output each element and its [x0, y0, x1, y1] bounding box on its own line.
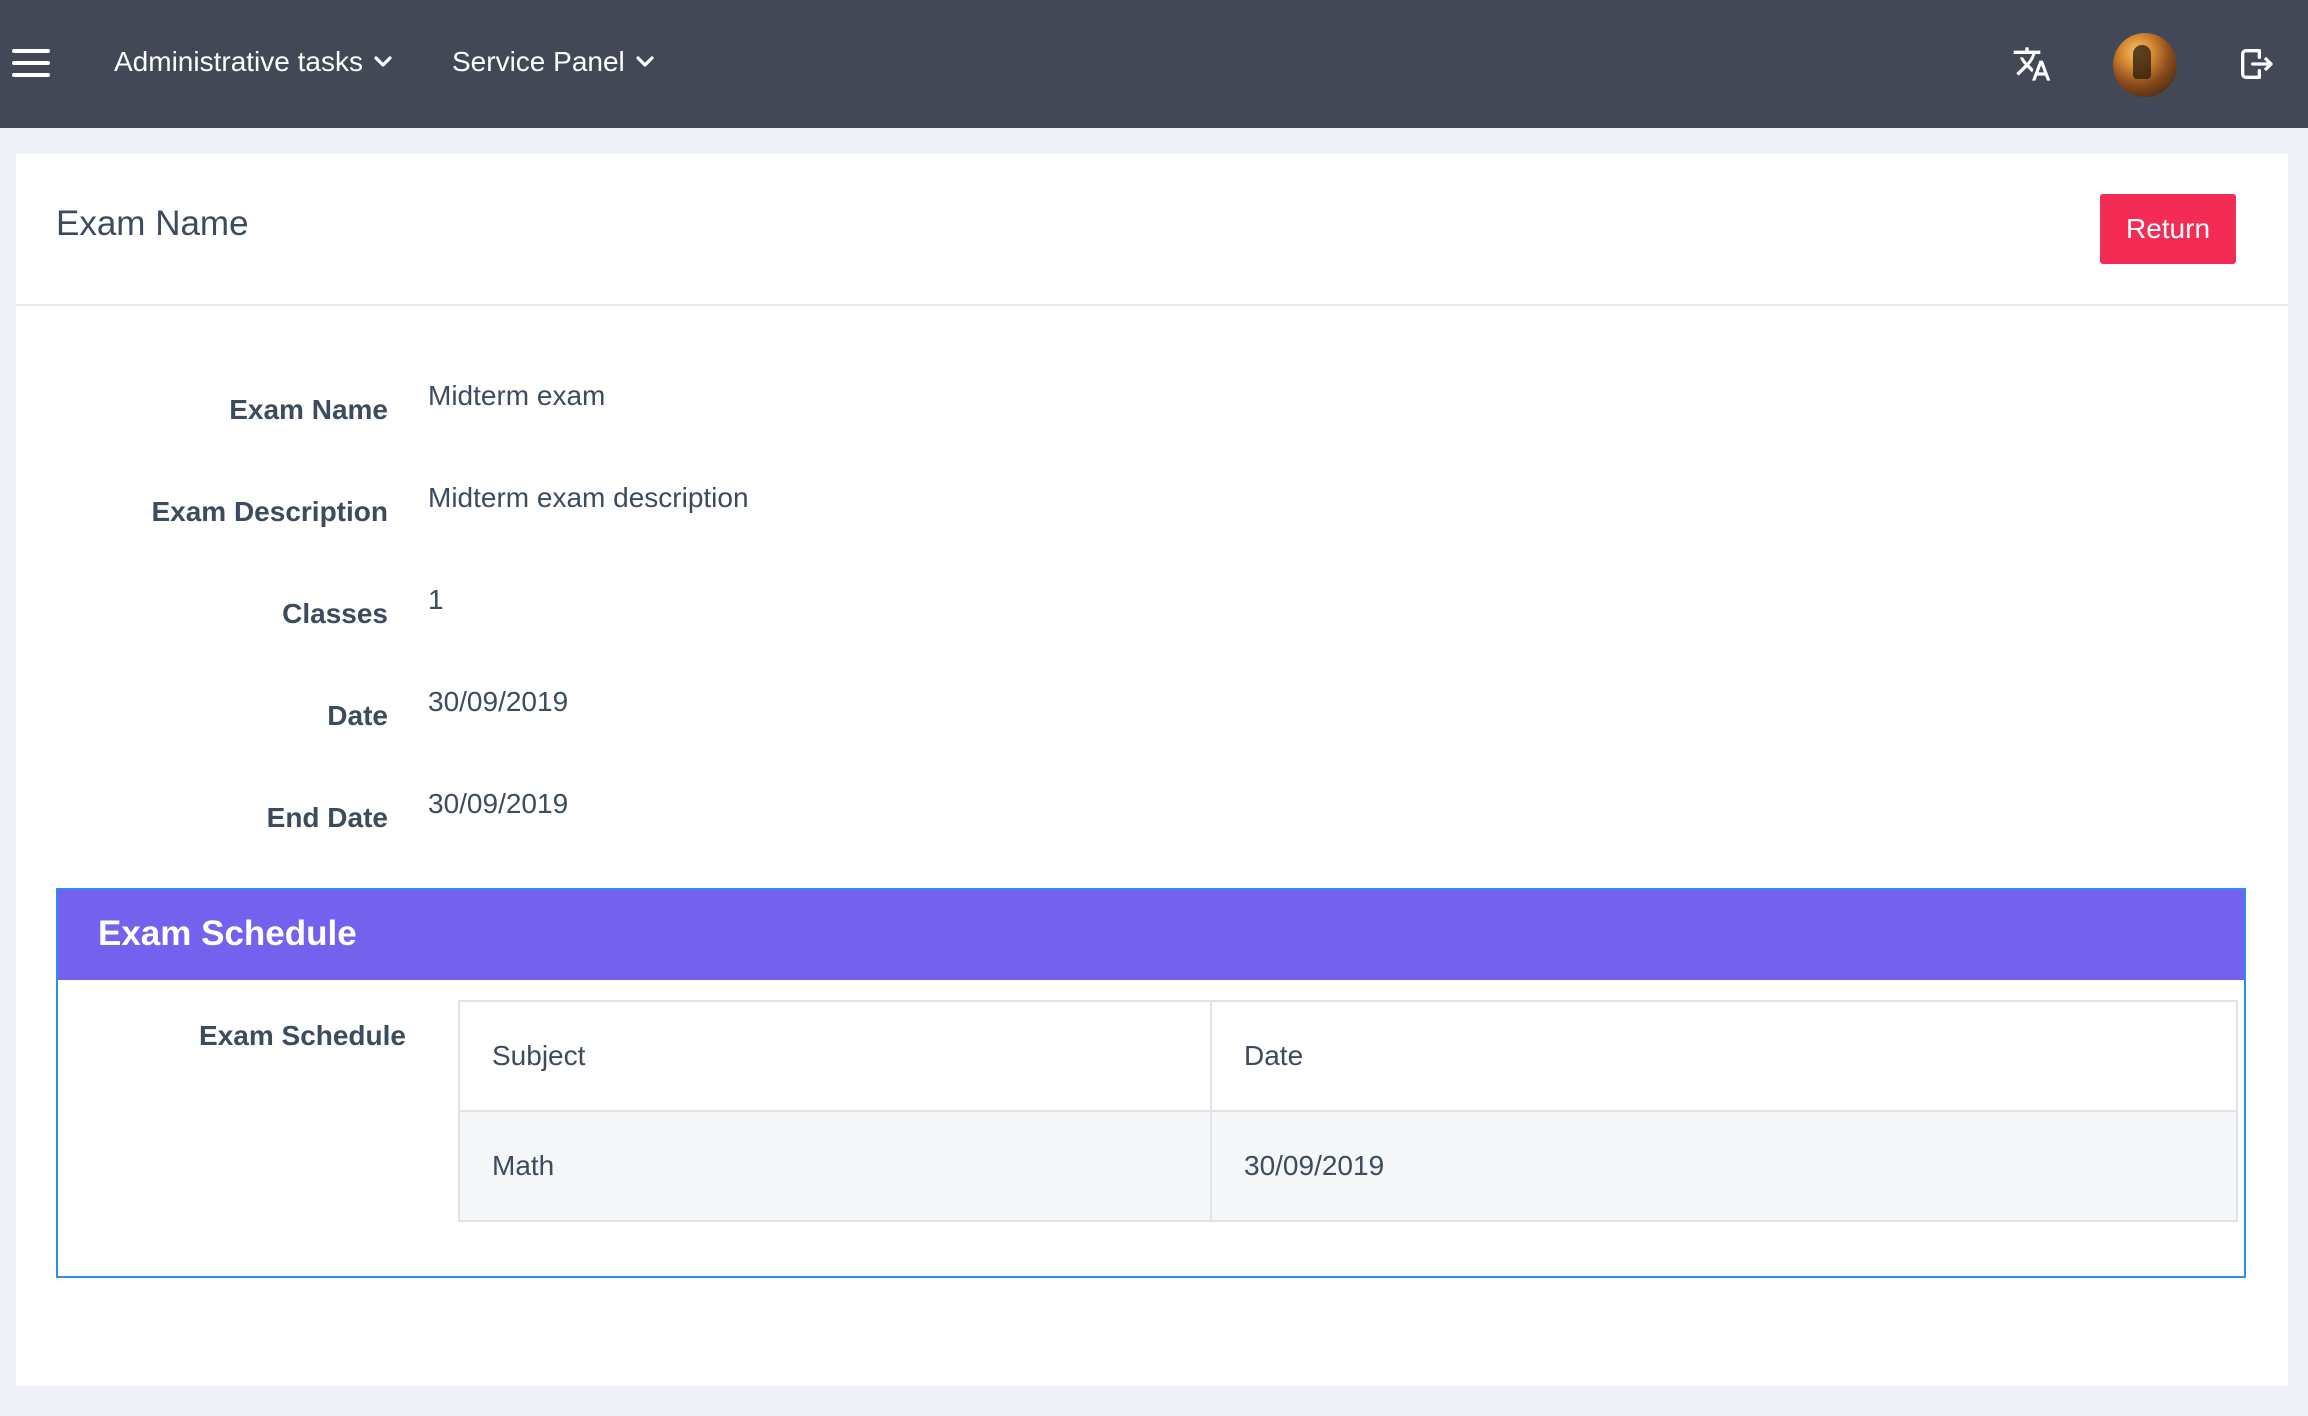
exam-schedule-panel: Exam Schedule Exam Schedule Subject Date… [56, 888, 2246, 1278]
field-label: Date [327, 700, 388, 731]
user-avatar[interactable] [2113, 33, 2177, 97]
field-label: Exam Name [229, 394, 388, 425]
nav-menu-label: Administrative tasks [114, 46, 363, 77]
hamburger-menu-icon[interactable] [12, 49, 50, 77]
logout-icon[interactable] [2236, 44, 2276, 84]
field-value: 30/09/2019 [428, 686, 569, 717]
table-cell-date: 30/09/2019 [1210, 1110, 2238, 1222]
field-row-end-date: End Date 30/09/2019 [16, 788, 2288, 848]
field-row-exam-description: Exam Description Midterm exam descriptio… [16, 482, 2288, 542]
exam-schedule-label: Exam Schedule [199, 1020, 406, 1051]
return-button[interactable]: Return [2100, 194, 2236, 264]
exam-schedule-table: Subject Date Math 30/09/2019 [458, 1000, 2238, 1222]
chevron-down-icon [636, 56, 654, 67]
field-value: Midterm exam description [428, 482, 749, 513]
table-row: Math 30/09/2019 [458, 1110, 2238, 1222]
top-navbar: Administrative tasks Service Panel [0, 0, 2308, 128]
field-value: 30/09/2019 [428, 788, 569, 819]
chevron-down-icon [374, 56, 392, 67]
exam-detail-card: Exam Name Return Exam Name Midterm exam … [16, 154, 2288, 1386]
nav-menu-administrative-tasks[interactable]: Administrative tasks [114, 40, 393, 84]
table-cell-subject: Math [458, 1110, 1212, 1222]
field-row-exam-name: Exam Name Midterm exam [16, 380, 2288, 440]
field-row-date: Date 30/09/2019 [16, 686, 2288, 746]
column-header-date: Date [1210, 1000, 2238, 1112]
field-value: 1 [428, 584, 444, 615]
card-header: Exam Name Return [16, 154, 2288, 306]
field-label: Exam Description [151, 496, 388, 527]
exam-schedule-header: Exam Schedule [58, 890, 2244, 980]
exam-schedule-title: Exam Schedule [98, 914, 357, 953]
page-title: Exam Name [56, 204, 249, 243]
field-label: Classes [282, 598, 388, 629]
field-label: End Date [266, 802, 388, 833]
nav-menu-service-panel[interactable]: Service Panel [452, 40, 655, 84]
column-header-subject: Subject [458, 1000, 1212, 1112]
nav-menu-label: Service Panel [452, 46, 625, 77]
field-value: Midterm exam [428, 380, 606, 411]
table-header-row: Subject Date [458, 1000, 2238, 1112]
field-row-classes: Classes 1 [16, 584, 2288, 644]
translate-icon[interactable] [2012, 44, 2052, 84]
